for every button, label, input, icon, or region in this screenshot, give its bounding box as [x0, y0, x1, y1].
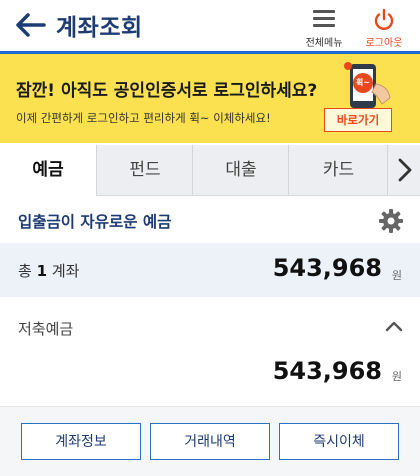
- total-prefix: 총: [18, 262, 32, 280]
- app-header: 계좌조회 전체메뉴 로그아웃: [0, 0, 420, 50]
- account-name[interactable]: 저축예금: [18, 318, 73, 339]
- tab-loan[interactable]: 대출: [192, 145, 289, 195]
- gear-icon[interactable]: [378, 208, 404, 238]
- account-info-button[interactable]: 계좌정보: [21, 423, 141, 460]
- banner-title: 잠깐! 아직도 공인인증서로 로그인하세요?: [16, 81, 318, 101]
- total-suffix: 계좌: [51, 262, 80, 280]
- promo-banner[interactable]: 잠깐! 아직도 공인인증서로 로그인하세요? 이제 간편하게 로그인하고 편리하…: [0, 54, 420, 143]
- all-menu-button[interactable]: 전체메뉴: [299, 6, 347, 50]
- all-menu-label: 전체메뉴: [305, 38, 343, 49]
- tab-card[interactable]: 카드: [288, 145, 388, 195]
- total-summary-row: 총 1 계좌 543,968 원: [0, 243, 420, 297]
- banner-go-button[interactable]: 바로가기: [324, 108, 392, 132]
- total-unit: 원: [391, 269, 402, 282]
- transaction-history-button[interactable]: 거래내역: [150, 423, 270, 460]
- total-amount: 543,968: [272, 254, 382, 282]
- account-unit: 원: [391, 370, 402, 383]
- banner-image-badge: 휙~: [355, 78, 371, 87]
- chevron-right-icon[interactable]: [387, 145, 420, 195]
- back-arrow-icon[interactable]: [14, 10, 48, 40]
- instant-transfer-button[interactable]: 즉시이체: [279, 423, 399, 460]
- logout-button[interactable]: 로그아웃: [356, 6, 412, 50]
- section-title: 입출금이 자유로운 예금: [18, 213, 172, 231]
- hamburger-icon: [313, 10, 335, 31]
- page-title: 계좌조회: [56, 15, 143, 41]
- banner-subtitle: 이제 간편하게 로그인하고 편리하게 휙~ 이체하세요!: [16, 111, 271, 125]
- tab-deposit[interactable]: 예금: [0, 145, 96, 196]
- action-bar: 계좌정보 거래내역 즉시이체: [0, 407, 420, 476]
- product-tabs: 예금 펀드 대출 카드: [0, 145, 420, 196]
- logout-label: 로그아웃: [365, 38, 403, 49]
- total-count-label: 총 1 계좌: [18, 260, 79, 281]
- chevron-up-icon[interactable]: [384, 318, 404, 337]
- account-count: 1: [36, 262, 48, 280]
- power-icon: [372, 8, 396, 36]
- account-balance: 543,968: [272, 357, 382, 385]
- tab-fund[interactable]: 펀드: [96, 145, 193, 195]
